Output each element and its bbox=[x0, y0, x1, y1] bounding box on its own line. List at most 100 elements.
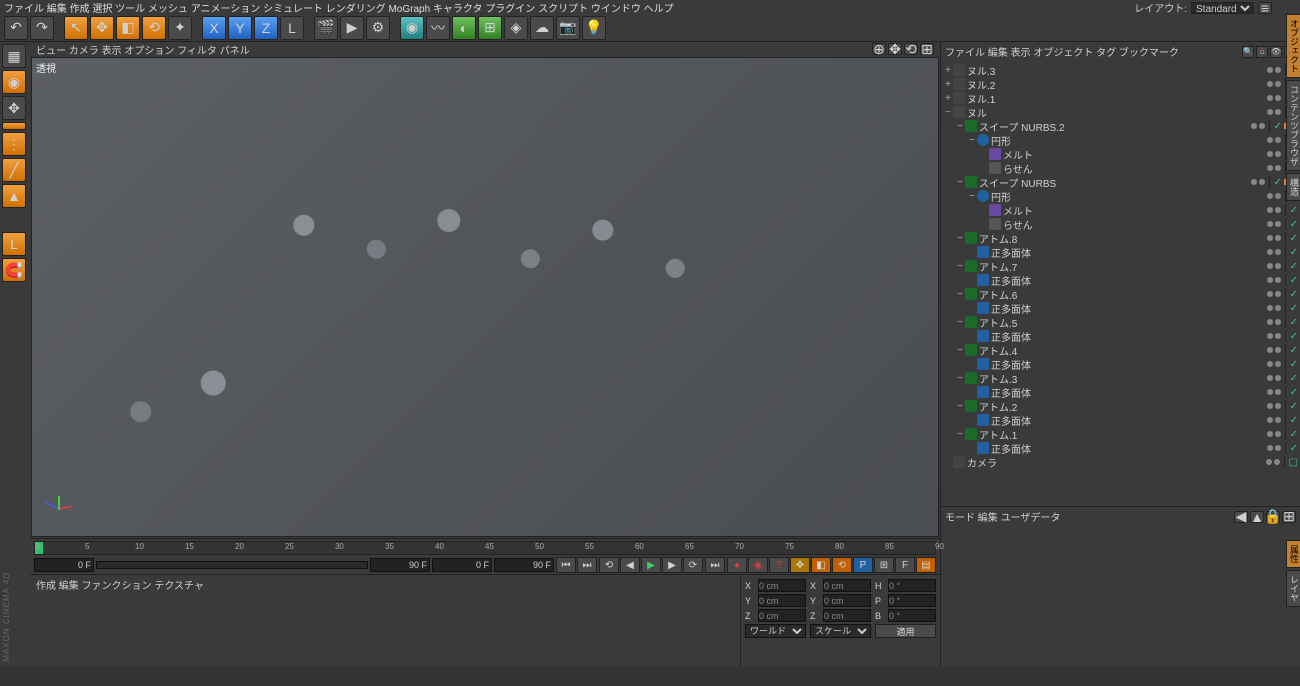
view-menu-ビュー[interactable]: ビュー bbox=[36, 46, 66, 57]
vis-dot[interactable] bbox=[1267, 67, 1273, 73]
object-name[interactable]: カメラ bbox=[967, 455, 1266, 470]
tree-row-25[interactable]: 正多面体 ✓ bbox=[941, 413, 1300, 427]
view-menu-表示[interactable]: 表示 bbox=[102, 46, 122, 57]
om-menu-編集[interactable]: 編集 bbox=[988, 48, 1008, 59]
x-axis-lock[interactable]: X bbox=[202, 16, 226, 40]
object-name[interactable]: アトム.8 bbox=[979, 231, 1267, 246]
rot-B[interactable] bbox=[888, 609, 936, 622]
vis-dot[interactable] bbox=[1275, 277, 1281, 283]
object-name[interactable]: 円形 bbox=[991, 133, 1267, 148]
vis-dot[interactable] bbox=[1275, 291, 1281, 297]
tree-row-5[interactable]: − 円形 ✓ bbox=[941, 133, 1300, 147]
key-param-button[interactable]: P bbox=[853, 557, 873, 573]
expand-icon[interactable]: − bbox=[955, 289, 965, 300]
object-name[interactable]: 正多面体 bbox=[991, 441, 1267, 456]
goto-end-button[interactable]: ⏭ bbox=[577, 557, 597, 573]
edge-mode[interactable]: ╱ bbox=[2, 158, 26, 182]
rot-H[interactable] bbox=[888, 579, 936, 592]
camera-view-icon[interactable]: ▢ bbox=[1289, 457, 1298, 468]
tree-row-9[interactable]: − 円形 ✓ bbox=[941, 189, 1300, 203]
vis-dot[interactable] bbox=[1275, 235, 1281, 241]
vis-dot[interactable] bbox=[1267, 249, 1273, 255]
live-select-tool[interactable]: ↖ bbox=[64, 16, 88, 40]
enable-check-icon[interactable]: ✓ bbox=[1290, 345, 1298, 356]
expand-icon[interactable]: − bbox=[955, 373, 965, 384]
make-editable-button[interactable]: ▦ bbox=[2, 44, 26, 68]
vis-dot[interactable] bbox=[1275, 137, 1281, 143]
mat-menu-テクスチャ[interactable]: テクスチャ bbox=[154, 581, 204, 592]
object-name[interactable]: 円形 bbox=[991, 189, 1267, 204]
attr-menu-ユーザデータ[interactable]: ユーザデータ bbox=[1001, 513, 1061, 524]
tree-row-26[interactable]: − アトム.1 ✓ bbox=[941, 427, 1300, 441]
apply-button[interactable]: 適用 bbox=[875, 624, 936, 638]
redo-button[interactable]: ↷ bbox=[30, 16, 54, 40]
expand-icon[interactable]: − bbox=[955, 233, 965, 244]
goto-end2-button[interactable]: ⏭ bbox=[705, 557, 725, 573]
pos-Z[interactable] bbox=[758, 609, 806, 622]
vis-dot[interactable] bbox=[1267, 333, 1273, 339]
expand-icon[interactable]: + bbox=[943, 79, 953, 90]
view-menu-オプション[interactable]: オプション bbox=[124, 46, 174, 57]
vis-dot[interactable] bbox=[1275, 249, 1281, 255]
enable-snap-button[interactable]: 🧲 bbox=[2, 258, 26, 282]
deformer-menu[interactable]: ◈ bbox=[504, 16, 528, 40]
mat-menu-作成[interactable]: 作成 bbox=[36, 581, 56, 592]
object-name[interactable]: アトム.2 bbox=[979, 399, 1267, 414]
rotate-tool[interactable]: ⟲ bbox=[142, 16, 166, 40]
menu-編集[interactable]: 編集 bbox=[47, 4, 67, 15]
object-name[interactable]: メルト bbox=[1003, 203, 1267, 218]
attr-new-icon[interactable]: ⊞ bbox=[1282, 511, 1296, 523]
menu-アニメーション[interactable]: アニメーション bbox=[191, 4, 261, 15]
vis-dot[interactable] bbox=[1266, 459, 1272, 465]
menu-プラグイン[interactable]: プラグイン bbox=[485, 4, 535, 15]
expand-icon[interactable]: − bbox=[967, 191, 977, 202]
mat-menu-ファンクション[interactable]: ファンクション bbox=[82, 581, 152, 592]
object-name[interactable]: ヌル.2 bbox=[967, 77, 1267, 92]
vis-dot[interactable] bbox=[1275, 417, 1281, 423]
vis-dot[interactable] bbox=[1275, 347, 1281, 353]
enable-check-icon[interactable]: ✓ bbox=[1290, 275, 1298, 286]
last-tool[interactable]: ✦ bbox=[168, 16, 192, 40]
om-menu-オブジェクト[interactable]: オブジェクト bbox=[1033, 48, 1093, 59]
expand-icon[interactable]: − bbox=[955, 345, 965, 356]
expand-icon[interactable]: − bbox=[955, 261, 965, 272]
dock-tab-コンテンツブラウザ[interactable]: コンテンツブラウザ bbox=[1286, 80, 1300, 171]
play-button[interactable]: ▶ bbox=[641, 557, 661, 573]
coord-system-toggle[interactable]: L bbox=[280, 16, 304, 40]
tree-row-19[interactable]: 正多面体 ✓ bbox=[941, 329, 1300, 343]
prev-frame-button[interactable]: ◀ bbox=[620, 557, 640, 573]
vis-dot[interactable] bbox=[1275, 67, 1281, 73]
object-name[interactable]: 正多面体 bbox=[991, 329, 1267, 344]
key-selection-button[interactable]: ? bbox=[769, 557, 789, 573]
scale-mode-select[interactable]: スケール bbox=[810, 624, 871, 638]
nurbs-menu[interactable]: ◐ bbox=[452, 16, 476, 40]
spline-menu[interactable]: 〰 bbox=[426, 16, 450, 40]
object-name[interactable]: アトム.1 bbox=[979, 427, 1267, 442]
render-picture-viewer-button[interactable]: ▶ bbox=[340, 16, 364, 40]
enable-axis-button[interactable]: L bbox=[2, 232, 26, 256]
layout-hamburger-icon[interactable]: ≡ bbox=[1258, 2, 1272, 14]
expand-icon[interactable]: − bbox=[955, 177, 965, 188]
vis-dot[interactable] bbox=[1267, 109, 1273, 115]
tree-row-21[interactable]: 正多面体 ✓ bbox=[941, 357, 1300, 371]
expand-icon[interactable]: + bbox=[943, 65, 953, 76]
tree-row-20[interactable]: − アトム.4 ✓ bbox=[941, 343, 1300, 357]
om-menu-タグ[interactable]: タグ bbox=[1096, 48, 1116, 59]
vis-dot[interactable] bbox=[1275, 95, 1281, 101]
next-key-button[interactable]: ⟳ bbox=[683, 557, 703, 573]
om-menu-表示[interactable]: 表示 bbox=[1011, 48, 1031, 59]
layout-dropdown[interactable]: Standard bbox=[1191, 2, 1254, 14]
enable-check-icon[interactable]: ✓ bbox=[1290, 387, 1298, 398]
key-pla-button[interactable]: ⊞ bbox=[874, 557, 894, 573]
attr-next-icon[interactable]: ▲ bbox=[1250, 511, 1264, 523]
pos-X[interactable] bbox=[758, 579, 806, 592]
vis-dot[interactable] bbox=[1267, 403, 1273, 409]
undo-button[interactable]: ↶ bbox=[4, 16, 28, 40]
vis-dot[interactable] bbox=[1275, 207, 1281, 213]
object-name[interactable]: 正多面体 bbox=[991, 273, 1267, 288]
timeline-ruler[interactable]: 051015202530354045505560657075808590 bbox=[34, 541, 936, 555]
current-frame-field[interactable] bbox=[432, 558, 492, 572]
record-key-button[interactable]: ● bbox=[727, 557, 747, 573]
object-axis-mode[interactable]: ✥ bbox=[2, 96, 26, 120]
om-menu-ブックマーク[interactable]: ブックマーク bbox=[1119, 48, 1179, 59]
